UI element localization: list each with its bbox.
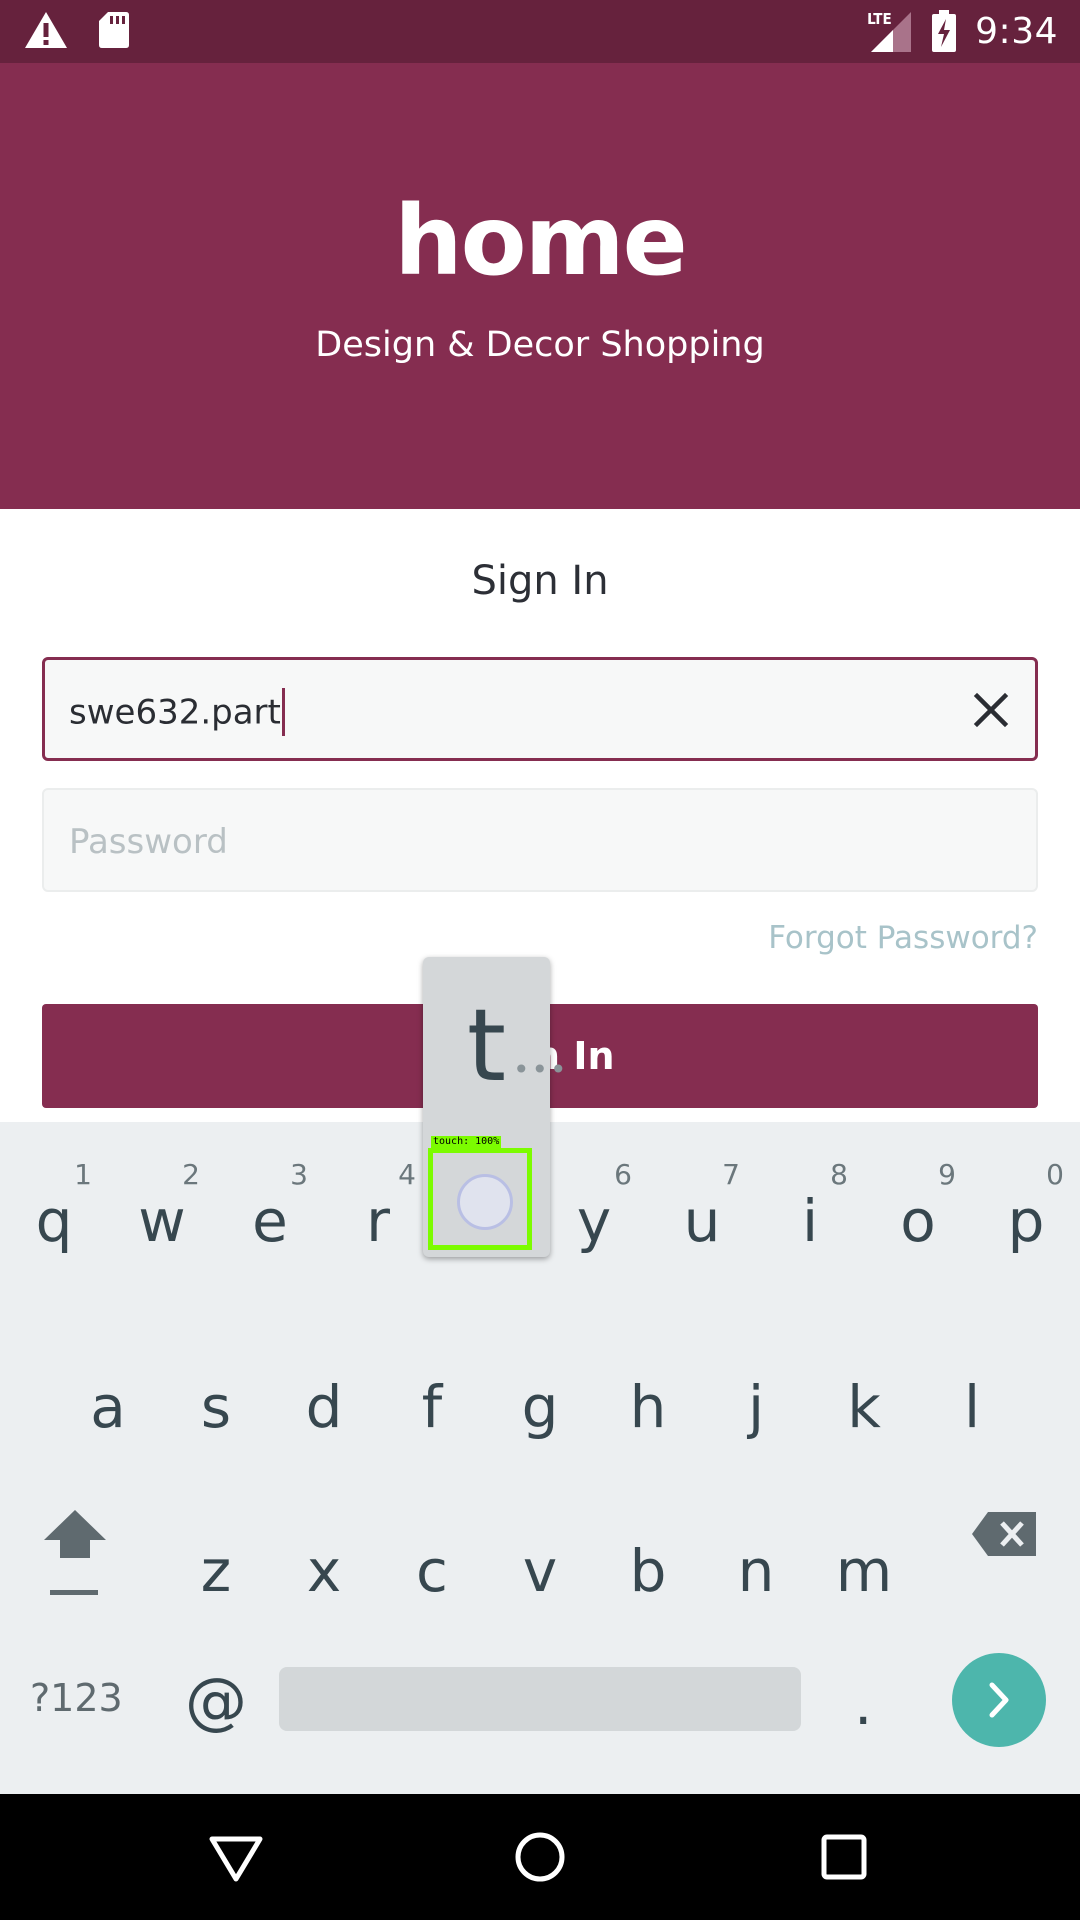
app-header: home Design & Decor Shopping (0, 63, 1080, 509)
symbols-key[interactable]: ?123 (30, 1676, 123, 1720)
touch-indicator (428, 1148, 532, 1250)
key-y[interactable]: 6y (540, 1134, 648, 1274)
status-bar: LTE 9:34 (0, 0, 1080, 63)
more-keys-icon: ••• (513, 1053, 569, 1086)
enter-key[interactable] (952, 1653, 1046, 1747)
key-e[interactable]: 3e (216, 1134, 324, 1274)
clock: 9:34 (975, 10, 1058, 52)
key-j[interactable]: j (702, 1330, 810, 1470)
key-label: b (629, 1537, 667, 1605)
key-b[interactable]: b (594, 1494, 702, 1634)
key-hint: 4 (398, 1158, 416, 1191)
key-label: j (747, 1373, 765, 1441)
key-g[interactable]: g (486, 1330, 594, 1470)
backspace-icon[interactable] (970, 1510, 1038, 1558)
key-label: g (521, 1373, 559, 1441)
key-label: r (366, 1187, 390, 1255)
key-label: n (737, 1537, 775, 1605)
key-p[interactable]: 0p (972, 1134, 1080, 1274)
password-placeholder: Password (69, 822, 228, 862)
key-label: i (801, 1187, 819, 1255)
key-hint: 6 (614, 1158, 632, 1191)
key-d[interactable]: d (270, 1330, 378, 1470)
at-key[interactable]: @ (185, 1664, 247, 1737)
key-s[interactable]: s (162, 1330, 270, 1470)
key-label: v (522, 1537, 558, 1605)
key-hint: 3 (290, 1158, 308, 1191)
shift-icon[interactable] (40, 1506, 110, 1596)
key-label: q (35, 1187, 73, 1255)
key-q[interactable]: 1q (0, 1134, 108, 1274)
space-bar[interactable] (279, 1667, 801, 1731)
key-label: a (90, 1373, 126, 1441)
chevron-right-icon (989, 1682, 1009, 1718)
sd-card-icon (99, 12, 129, 48)
key-label: f (421, 1373, 443, 1441)
navigation-bar (0, 1794, 1080, 1920)
key-i[interactable]: 8i (756, 1134, 864, 1274)
key-hint: 8 (830, 1158, 848, 1191)
key-label: p (1007, 1187, 1045, 1255)
key-m[interactable]: m (810, 1494, 918, 1634)
forgot-password-link[interactable]: Forgot Password? (768, 920, 1038, 956)
recents-icon[interactable] (814, 1827, 874, 1887)
key-label: l (963, 1373, 981, 1441)
key-w[interactable]: 2w (108, 1134, 216, 1274)
key-r[interactable]: 4r (324, 1134, 432, 1274)
screen: LTE 9:34 home Design & Decor Shopping Si… (0, 0, 1080, 1920)
signal-icon: LTE (867, 8, 913, 54)
key-label: w (138, 1187, 186, 1255)
username-value: swe632.part (69, 692, 281, 733)
key-hint: 0 (1046, 1158, 1064, 1191)
key-hint: 1 (74, 1158, 92, 1191)
key-label: u (683, 1187, 721, 1255)
key-label: k (847, 1373, 881, 1441)
key-hint: 7 (722, 1158, 740, 1191)
key-label: m (835, 1537, 893, 1605)
home-icon[interactable] (510, 1827, 570, 1887)
key-x[interactable]: x (270, 1494, 378, 1634)
key-label: s (200, 1373, 232, 1441)
key-label: y (576, 1187, 612, 1255)
key-label: h (629, 1373, 667, 1441)
page-title: Sign In (471, 558, 609, 604)
key-label: x (306, 1537, 342, 1605)
back-icon[interactable] (206, 1827, 266, 1887)
key-o[interactable]: 9o (864, 1134, 972, 1274)
warning-icon (25, 12, 67, 48)
key-v[interactable]: v (486, 1494, 594, 1634)
key-label: e (252, 1187, 288, 1255)
key-label: d (305, 1373, 343, 1441)
text-cursor (281, 688, 285, 736)
key-a[interactable]: a (54, 1330, 162, 1470)
key-k[interactable]: k (810, 1330, 918, 1470)
key-f[interactable]: f (378, 1330, 486, 1470)
touch-point (457, 1174, 513, 1230)
period-key[interactable]: . (854, 1670, 872, 1738)
username-field[interactable]: swe632.part (42, 657, 1038, 761)
key-preview-char: t (466, 987, 507, 1104)
key-h[interactable]: h (594, 1330, 702, 1470)
key-label: c (416, 1537, 448, 1605)
clear-icon[interactable] (967, 686, 1015, 734)
key-l[interactable]: l (918, 1330, 1026, 1470)
key-hint: 9 (938, 1158, 956, 1191)
key-c[interactable]: c (378, 1494, 486, 1634)
touch-indicator-label: touch: 100% (431, 1136, 502, 1148)
password-field[interactable]: Password (42, 788, 1038, 892)
key-z[interactable]: z (162, 1494, 270, 1634)
battery-charging-icon (932, 10, 957, 52)
key-u[interactable]: 7u (648, 1134, 756, 1274)
app-tagline: Design & Decor Shopping (315, 325, 765, 365)
key-n[interactable]: n (702, 1494, 810, 1634)
key-label: z (200, 1537, 232, 1605)
app-logo: home (394, 185, 687, 297)
key-label: o (900, 1187, 936, 1255)
